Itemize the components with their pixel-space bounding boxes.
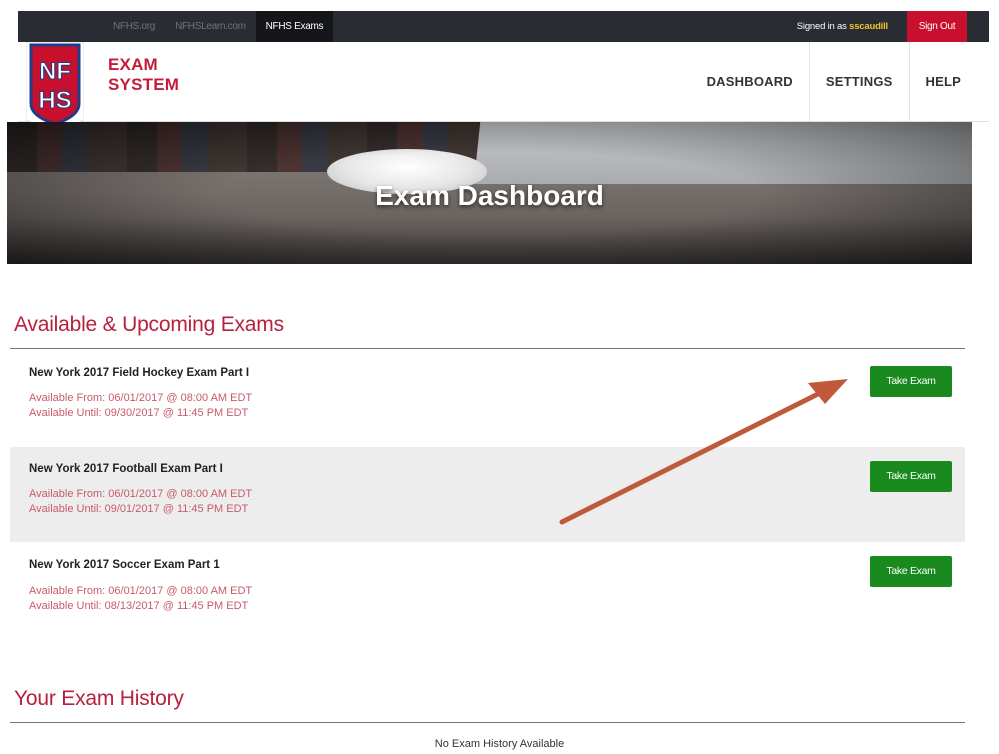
exam-row: New York 2017 Football Exam Part I Avail… xyxy=(10,447,965,542)
exam-available-from: Available From: 06/01/2017 @ 08:00 AM ED… xyxy=(29,392,253,404)
no-exam-history-message: No Exam History Available xyxy=(434,738,565,750)
exam-available-from: Available From: 06/01/2017 @ 08:00 AM ED… xyxy=(29,488,253,500)
nav-settings[interactable]: SETTINGS xyxy=(808,42,909,122)
exam-dates: Available From: 06/01/2017 @ 08:00 AM ED… xyxy=(29,391,252,421)
exam-name: New York 2017 Field Hockey Exam Part I xyxy=(29,367,250,379)
take-exam-button[interactable]: Take Exam xyxy=(870,366,952,397)
section-divider xyxy=(10,348,965,349)
available-exams-heading: Available & Upcoming Exams xyxy=(14,313,284,336)
svg-text:HS: HS xyxy=(38,87,71,114)
take-exam-button[interactable]: Take Exam xyxy=(870,556,952,587)
signed-in-status: Signed in as sscaudill xyxy=(797,11,888,42)
hero-title: Exam Dashboard xyxy=(375,180,604,211)
exam-available-from: Available From: 06/01/2017 @ 08:00 AM ED… xyxy=(29,585,253,597)
exam-name: New York 2017 Soccer Exam Part 1 xyxy=(29,559,220,571)
nav-dashboard[interactable]: DASHBOARD xyxy=(691,42,809,122)
svg-text:NF: NF xyxy=(39,58,71,85)
link-nfhslearn[interactable]: NFHSLearn.com xyxy=(165,11,256,42)
hero-banner: Exam Dashboard xyxy=(7,122,972,264)
exam-available-until: Available Until: 09/30/2017 @ 11:45 PM E… xyxy=(29,407,249,419)
main-nav: DASHBOARD SETTINGS HELP xyxy=(691,42,977,122)
section-divider xyxy=(10,722,965,723)
link-nfhs-org[interactable]: NFHS.org xyxy=(103,11,165,42)
take-exam-button[interactable]: Take Exam xyxy=(870,461,952,492)
site-header: NF HS EXAM SYSTEM DASHBOARD SETTINGS HEL… xyxy=(18,42,989,132)
brand-line-2: SYSTEM xyxy=(108,75,180,94)
brand-line-1: EXAM xyxy=(108,55,158,74)
exam-dates: Available From: 06/01/2017 @ 08:00 AM ED… xyxy=(29,584,252,614)
exam-dates: Available From: 06/01/2017 @ 08:00 AM ED… xyxy=(29,487,252,517)
exam-name: New York 2017 Football Exam Part I xyxy=(29,463,223,475)
exam-available-until: Available Until: 08/13/2017 @ 11:45 PM E… xyxy=(29,600,249,612)
exam-available-until: Available Until: 09/01/2017 @ 11:45 PM E… xyxy=(29,503,249,515)
username-link[interactable]: sscaudill xyxy=(849,21,888,32)
exam-system-brand[interactable]: EXAM SYSTEM xyxy=(108,55,179,95)
top-links: NFHS.org NFHSLearn.com NFHS Exams xyxy=(103,11,334,42)
nav-help[interactable]: HELP xyxy=(908,42,977,122)
signed-in-prefix: Signed in as xyxy=(796,21,847,32)
exam-row: New York 2017 Soccer Exam Part 1 Availab… xyxy=(10,542,965,637)
nfhs-shield-logo[interactable]: NF HS xyxy=(26,42,84,132)
exam-dashboard-page: NFHS.org NFHSLearn.com NFHS Exams Signed… xyxy=(0,0,999,754)
exam-row: New York 2017 Field Hockey Exam Part I A… xyxy=(10,350,965,445)
sign-out-button[interactable]: Sign Out xyxy=(907,11,967,42)
link-nfhs-exams[interactable]: NFHS Exams xyxy=(255,11,334,42)
top-utility-bar: NFHS.org NFHSLearn.com NFHS Exams Signed… xyxy=(18,11,989,42)
exam-history-heading: Your Exam History xyxy=(14,687,184,710)
